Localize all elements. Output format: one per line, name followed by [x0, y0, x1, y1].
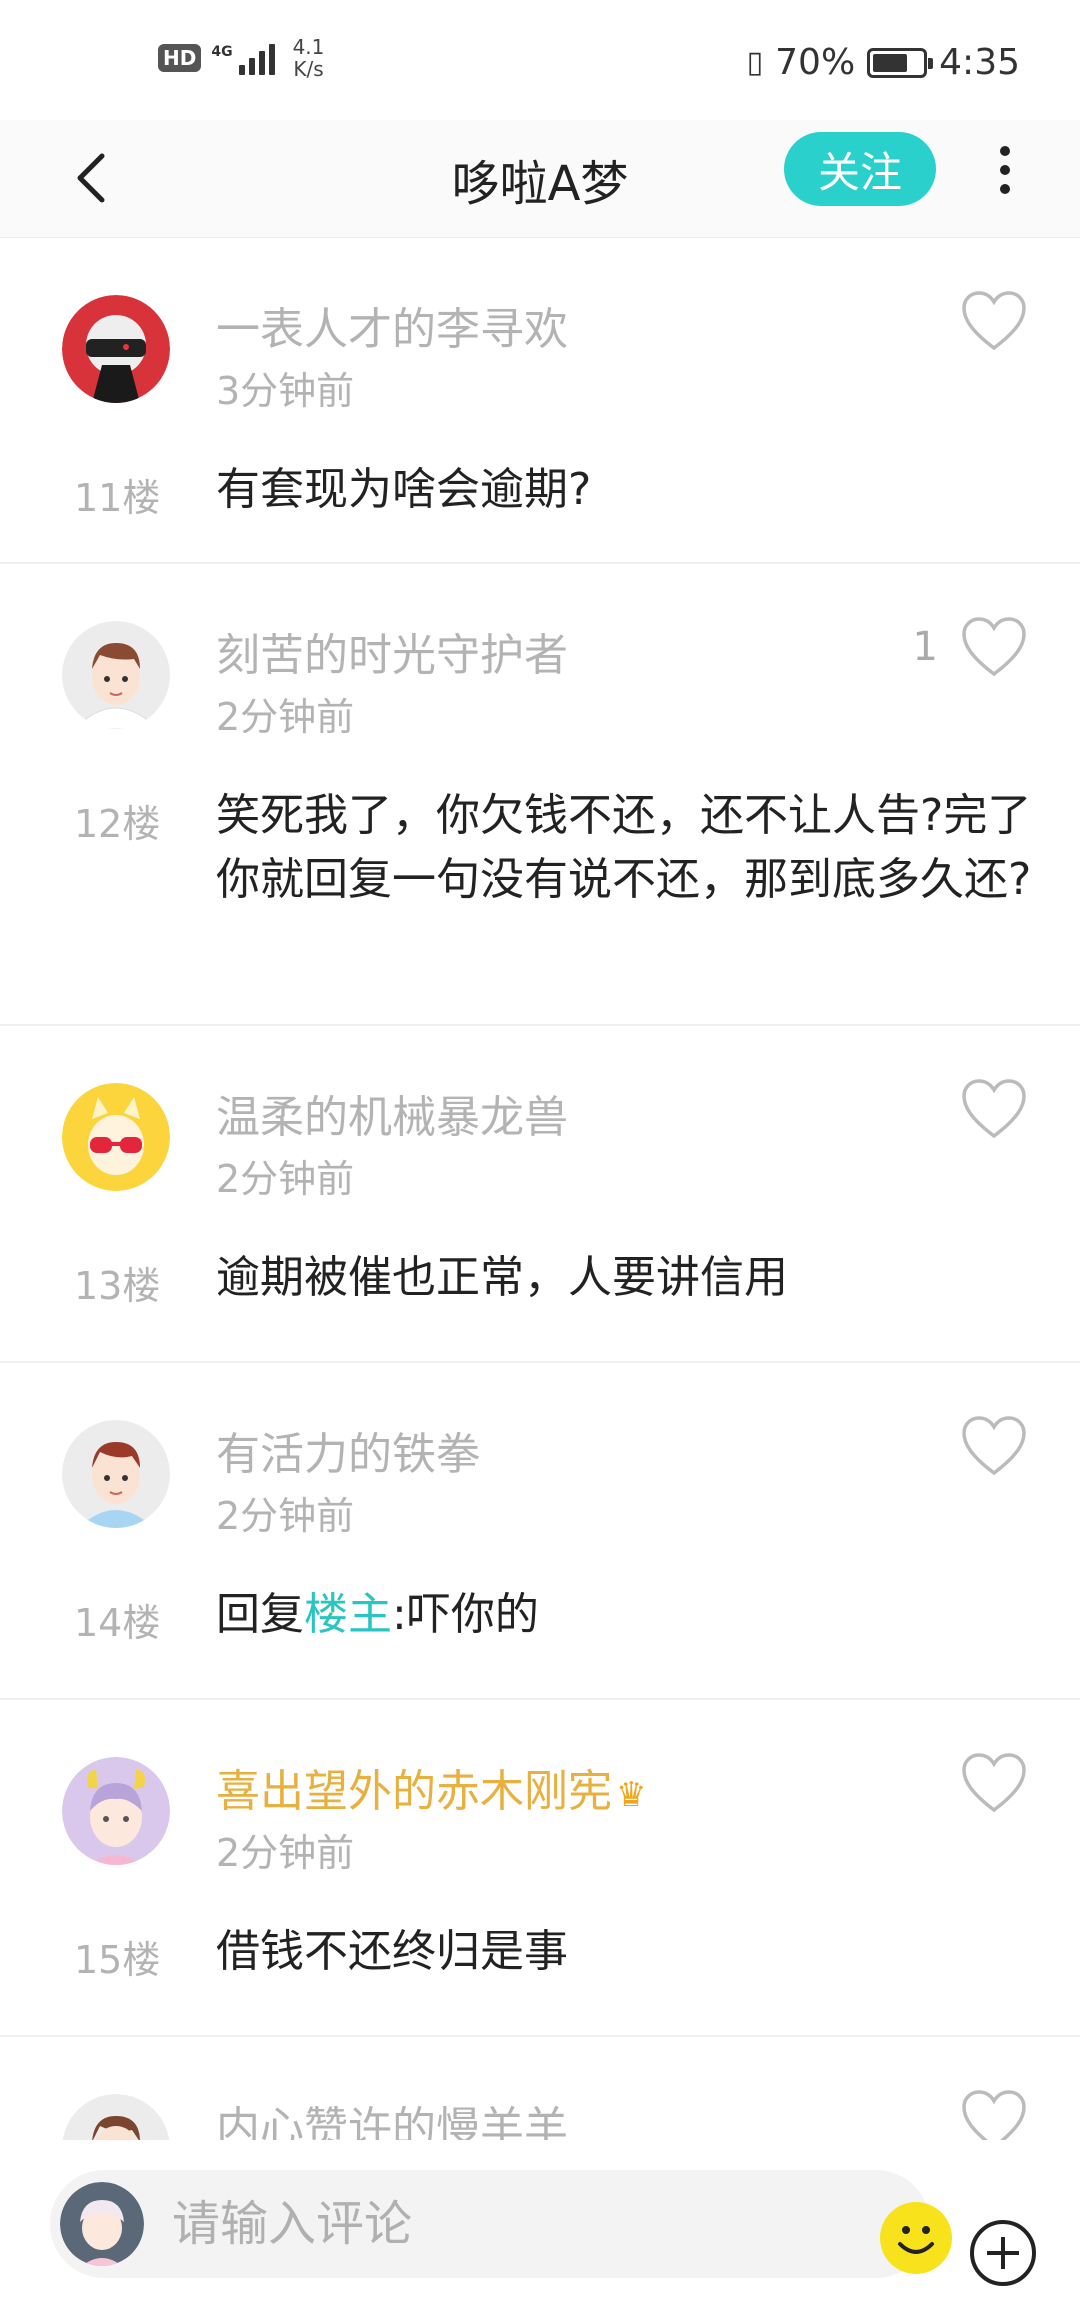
comment-item: 喜出望外的赤木刚宪 ♛ 2分钟前 15楼 借钱不还终归是事 [0, 1700, 1080, 2037]
like-button[interactable] [960, 1415, 1028, 1477]
timestamp: 2分钟前 [216, 1831, 355, 1875]
reply-prefix: 回复 [216, 1589, 304, 1640]
smiley-icon [898, 2226, 934, 2254]
more-options-icon[interactable] [990, 142, 1020, 198]
speed-value: 4.1 [292, 35, 325, 59]
status-right: ▯ 70% 4:35 [747, 42, 1020, 83]
floor-number: 12楼 [74, 802, 161, 846]
like-button[interactable] [960, 290, 1028, 352]
comment-item: 一表人才的李寻欢 3分钟前 11楼 有套现为啥会逾期? [0, 238, 1080, 564]
status-left: HD 4G 4.1 K/s [158, 36, 324, 80]
username[interactable]: 喜出望外的赤木刚宪 ♛ [216, 1755, 646, 1819]
comment-input-bar [0, 2140, 1080, 2310]
username-text: 喜出望外的赤木刚宪 [216, 1766, 612, 1817]
status-bar: HD 4G 4.1 K/s ▯ 70% 4:35 [0, 0, 1080, 120]
comment-text[interactable]: 借钱不还终归是事 [216, 1920, 1036, 1984]
username[interactable]: 内心赞许的慢羊羊 [216, 2092, 568, 2147]
timestamp: 2分钟前 [216, 695, 355, 739]
speed-unit: K/s [293, 57, 324, 81]
avatar[interactable] [62, 1420, 170, 1528]
like-button[interactable]: 1 [913, 616, 1028, 678]
floor-number: 11楼 [74, 476, 161, 520]
heart-icon [962, 1753, 1026, 1813]
floor-number: 15楼 [74, 1938, 161, 1982]
like-count: 1 [912, 624, 938, 670]
username[interactable]: 刻苦的时光守护者 [216, 619, 568, 683]
username[interactable]: 有活力的铁拳 [216, 1418, 480, 1482]
comment-item: 温柔的机械暴龙兽 2分钟前 13楼 逾期被催也正常，人要讲信用 [0, 1026, 1080, 1363]
comment-input[interactable] [172, 2170, 772, 2278]
crown-icon: ♛ [616, 1775, 647, 1815]
my-avatar[interactable] [60, 2182, 144, 2266]
comment-text[interactable]: 逾期被催也正常，人要讲信用 [216, 1246, 1036, 1310]
reply-text: :吓你的 [392, 1589, 539, 1640]
floor-number: 14楼 [74, 1601, 161, 1645]
emoji-button[interactable] [880, 2202, 952, 2274]
avatar[interactable] [62, 295, 170, 403]
floor-number: 13楼 [74, 1264, 161, 1308]
avatar[interactable] [62, 1083, 170, 1191]
comment-item: 内心赞许的慢羊羊 [0, 2037, 1080, 2147]
like-button[interactable] [960, 1078, 1028, 1140]
hd-badge: HD [158, 44, 202, 72]
comment-text[interactable]: 有套现为啥会逾期? [216, 458, 1036, 522]
signal-icon: 4G [211, 41, 275, 75]
heart-icon [962, 1416, 1026, 1476]
heart-icon [962, 1079, 1026, 1139]
timestamp: 2分钟前 [216, 1157, 355, 1201]
comment-item: 刻苦的时光守护者 2分钟前 1 12楼 笑死我了，你欠钱不还，还不让人告?完了你… [0, 564, 1080, 1026]
battery-icon [867, 47, 934, 78]
avatar[interactable] [62, 621, 170, 729]
mention-link[interactable]: 楼主 [304, 1589, 392, 1640]
avatar[interactable] [62, 1757, 170, 1865]
heart-icon [962, 617, 1026, 677]
username[interactable]: 一表人才的李寻欢 [216, 293, 568, 357]
like-button[interactable] [960, 2089, 1028, 2147]
clock: 4:35 [939, 42, 1020, 83]
comment-input-container[interactable] [50, 2170, 952, 2278]
comment-item: 有活力的铁拳 2分钟前 14楼 回复楼主:吓你的 [0, 1363, 1080, 1700]
timestamp: 2分钟前 [216, 1494, 355, 1538]
add-button[interactable] [970, 2220, 1036, 2286]
timestamp: 3分钟前 [216, 369, 355, 413]
heart-icon [962, 2090, 1026, 2147]
heart-icon [962, 291, 1026, 351]
like-button[interactable] [960, 1752, 1028, 1814]
vibrate-icon: ▯ [746, 45, 764, 80]
network-type: 4G [211, 44, 233, 60]
network-speed: 4.1 K/s [293, 36, 325, 80]
username[interactable]: 温柔的机械暴龙兽 [216, 1081, 568, 1145]
comment-text[interactable]: 回复楼主:吓你的 [216, 1583, 1036, 1647]
comment-text[interactable]: 笑死我了，你欠钱不还，还不让人告?完了你就回复一句没有说不还，那到底多久还? [216, 784, 1036, 912]
top-nav-bar: 哆啦A梦 关注 [0, 120, 1080, 238]
follow-button[interactable]: 关注 [784, 132, 936, 206]
battery-percent: 70% [775, 42, 856, 83]
